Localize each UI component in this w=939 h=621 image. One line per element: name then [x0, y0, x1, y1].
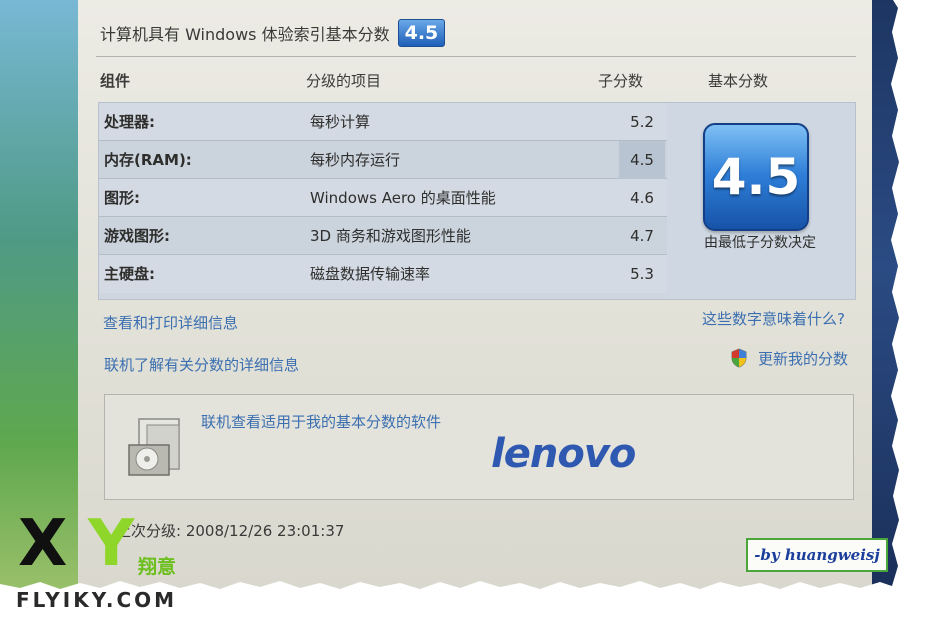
row-component: 主硬盘: [104, 265, 155, 283]
row-item: Windows Aero 的桌面性能 [310, 189, 496, 207]
last-rating-date: 上次分级: 2008/12/26 23:01:37 [116, 522, 345, 540]
what-numbers-mean-link[interactable]: 这些数字意味着什么? [702, 308, 845, 329]
header-divider [96, 56, 856, 57]
watermark-chinese: 翔意 [138, 556, 177, 578]
row-item: 3D 商务和游戏图形性能 [310, 227, 471, 245]
watermark-site: FLYIKY.COM [16, 588, 178, 612]
software-package-icon [128, 418, 180, 476]
column-header-subscore: 子分数 [598, 72, 644, 90]
page-title: 计算机具有 Windows 体验索引基本分数 [100, 25, 390, 44]
row-item: 每秒内存运行 [310, 151, 401, 169]
score-table: 处理器: 每秒计算 5.2 内存(RAM): 每秒内存运行 4.5 图形: Wi… [98, 102, 668, 300]
row-item: 磁盘数据传输速率 [310, 265, 431, 283]
row-component: 内存(RAM): [104, 151, 192, 169]
watermark-y: Y [88, 507, 135, 581]
author-signature: -by huangweisj [746, 538, 888, 572]
base-score-badge: 4.5 [703, 123, 809, 231]
row-score: 5.3 [630, 265, 654, 283]
row-score: 4.6 [630, 189, 654, 207]
watermark-x: X [18, 507, 68, 581]
table-row: 内存(RAM): 每秒内存运行 4.5 [99, 141, 667, 179]
view-print-details-link[interactable]: 查看和打印详细信息 [103, 312, 238, 333]
table-row: 处理器: 每秒计算 5.2 [99, 103, 667, 141]
table-row: 游戏图形: 3D 商务和游戏图形性能 4.7 [99, 217, 667, 255]
row-score: 5.2 [630, 113, 654, 131]
shield-icon [731, 348, 747, 368]
row-score: 4.7 [630, 227, 654, 245]
watermark-logo: X Y [10, 507, 140, 582]
row-component: 游戏图形: [104, 227, 170, 245]
desktop-background-left [0, 0, 78, 592]
base-score-panel: 4.5 由最低子分数决定 [667, 102, 856, 300]
header: 计算机具有 Windows 体验索引基本分数 4.5 [100, 18, 446, 48]
table-row: 主硬盘: 磁盘数据传输速率 5.3 [99, 255, 667, 293]
row-item: 每秒计算 [310, 113, 371, 131]
row-score-lowest: 4.5 [619, 141, 665, 179]
row-component: 图形: [104, 189, 140, 207]
software-link[interactable]: 联机查看适用于我的基本分数的软件 [201, 411, 441, 432]
row-component: 处理器: [104, 113, 155, 131]
photo-area: 计算机具有 Windows 体验索引基本分数 4.5 组件 分级的项目 子分数 … [0, 0, 905, 592]
software-box: 联机查看适用于我的基本分数的软件 lenovo [104, 394, 854, 500]
lenovo-logo: lenovo [491, 431, 636, 477]
column-header-component: 组件 [100, 72, 131, 90]
learn-online-link[interactable]: 联机了解有关分数的详细信息 [104, 354, 299, 375]
score-badge: 4.5 [397, 19, 446, 47]
base-score-caption: 由最低子分数决定 [704, 235, 816, 251]
column-header-rated-item: 分级的项目 [306, 72, 382, 90]
column-header-base-score: 基本分数 [708, 72, 769, 90]
window-scrollbar-edge[interactable] [872, 0, 905, 592]
update-score-link[interactable]: 更新我的分数 [758, 348, 848, 369]
table-row: 图形: Windows Aero 的桌面性能 4.6 [99, 179, 667, 217]
